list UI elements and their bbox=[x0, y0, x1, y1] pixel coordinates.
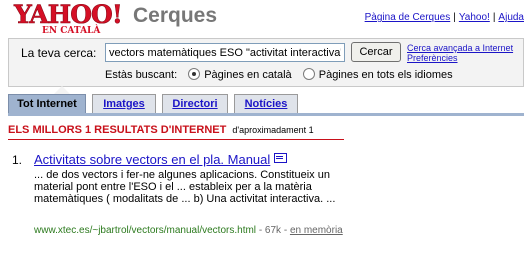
product-name: Cerques bbox=[133, 4, 217, 27]
radio-all-languages-label[interactable]: Pàgines en tots els idiomes bbox=[319, 69, 453, 81]
result-number: 1. bbox=[12, 153, 23, 167]
advanced-links: Cerca avançada a Internet Preferències bbox=[407, 43, 513, 63]
search-input[interactable] bbox=[105, 43, 345, 62]
result-title-text: Activitats sobre vectors en el pla. Manu… bbox=[34, 152, 271, 167]
search-button[interactable]: Cercar bbox=[351, 42, 401, 62]
link-separator: | bbox=[453, 12, 456, 23]
language-prompt: Estàs buscant: bbox=[105, 69, 178, 81]
tab-directory-link[interactable]: Directori bbox=[172, 98, 217, 110]
search-home-link[interactable]: Pàgina de Cerques bbox=[365, 12, 451, 23]
advanced-search-link[interactable]: Cerca avançada a Internet bbox=[407, 43, 513, 53]
result-title-row: Activitats sobre vectors en el pla. Manu… bbox=[34, 152, 288, 167]
link-separator: | bbox=[492, 12, 496, 23]
yahoo-cerques-logo[interactable]: YAHOO! EN CATALÀ Cerques bbox=[12, 0, 242, 34]
result-title-link[interactable]: Activitats sobre vectors en el pla. Manu… bbox=[34, 152, 270, 167]
yahoo-logo-graphic: YAHOO! EN CATALÀ Cerques bbox=[13, 0, 217, 34]
radio-catalan[interactable] bbox=[188, 68, 201, 80]
yahoo-home-link[interactable]: Yahoo! bbox=[459, 12, 490, 23]
tab-images-link[interactable]: Imatges bbox=[103, 98, 145, 110]
document-icon[interactable] bbox=[274, 153, 288, 163]
results-divider bbox=[8, 139, 344, 140]
tab-internet[interactable]: Tot Internet bbox=[8, 94, 86, 114]
logo-text: YAHOO! bbox=[13, 0, 122, 29]
top-links: Pàgina de Cerques | Yahoo! | Ajuda bbox=[365, 12, 524, 23]
results-count: d'aproximadament 1 bbox=[232, 125, 314, 135]
cached-link[interactable]: en memòria bbox=[290, 225, 343, 236]
tab-underline bbox=[8, 113, 524, 116]
tab-directory[interactable]: Directori bbox=[162, 94, 228, 113]
radio-all-languages[interactable] bbox=[302, 68, 315, 80]
search-label: La teva cerca: bbox=[21, 46, 97, 60]
tab-news[interactable]: Notícies bbox=[234, 94, 298, 113]
preferences-link[interactable]: Preferències bbox=[407, 53, 458, 63]
logo-subtext: EN CATALÀ bbox=[42, 24, 101, 34]
result-url-line: www.xtec.es/~jbartrol/vectors/manual/vec… bbox=[34, 225, 343, 236]
help-link[interactable]: Ajuda bbox=[498, 12, 524, 23]
result-snippet: ... de dos vectors i fer-ne algunes apli… bbox=[34, 169, 336, 205]
tab-images[interactable]: Imatges bbox=[92, 94, 156, 113]
results-heading: ELS MILLORS 1 RESULTATS D'INTERNET d'apr… bbox=[8, 124, 314, 136]
result-url: www.xtec.es/~jbartrol/vectors/manual/vec… bbox=[34, 225, 257, 236]
tab-news-link[interactable]: Notícies bbox=[245, 98, 288, 110]
panel-pointer bbox=[54, 86, 70, 94]
result-size: 67k bbox=[264, 225, 282, 236]
radio-catalan-label[interactable]: Pàgines en català bbox=[204, 69, 291, 81]
results-title: ELS MILLORS 1 RESULTATS D'INTERNET bbox=[8, 124, 227, 136]
language-filter: Estàs buscant: Pàgines en català Pàgines… bbox=[105, 68, 453, 81]
search-panel: La teva cerca: Cercar Cerca avançada a I… bbox=[8, 38, 524, 87]
